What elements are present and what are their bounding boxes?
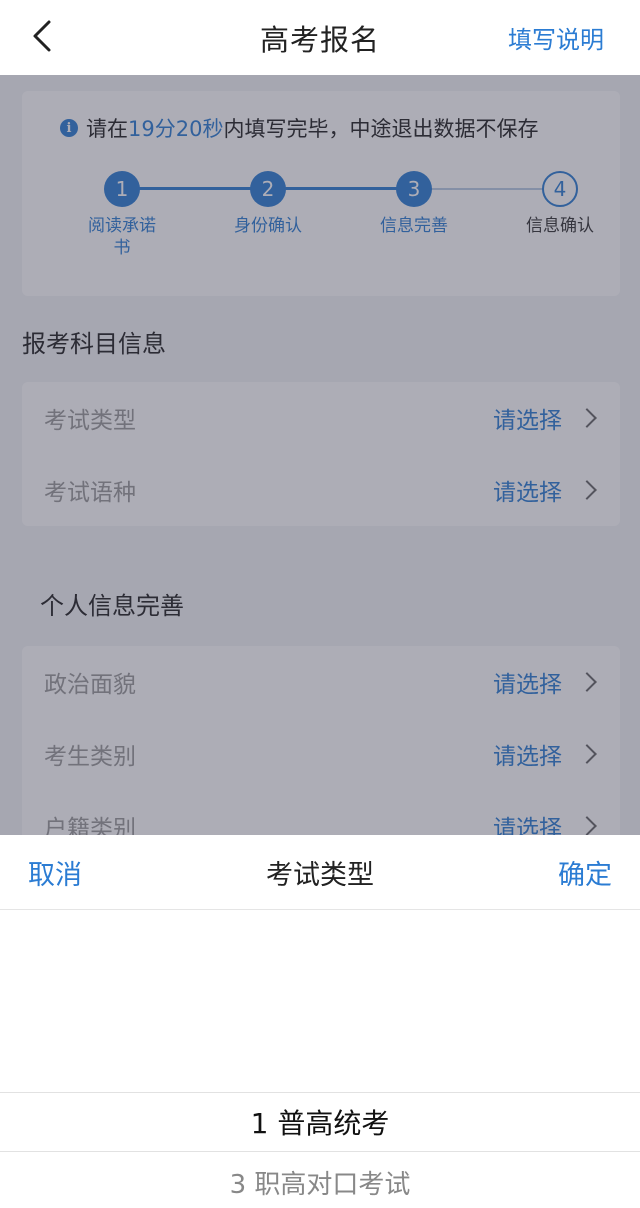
page-title: 高考报名 (259, 22, 380, 57)
app-screen: 高考报名 填写说明 i 请在 19分20秒 内填写完毕，中途退出数据不保存 1 … (0, 0, 640, 1208)
picker-wheel[interactable]: 1 普高统考 3 职高对口考试 (0, 910, 640, 1208)
picker-cancel-button[interactable]: 取消 (28, 853, 82, 892)
picker-option-selected[interactable]: 1 普高统考 (0, 1092, 640, 1152)
chevron-left-icon (33, 20, 51, 52)
picker-toolbar: 取消 考试类型 确定 (0, 835, 640, 910)
back-button[interactable] (22, 16, 62, 56)
picker-confirm-button[interactable]: 确定 (558, 853, 612, 892)
exam-type-picker-sheet: 取消 考试类型 确定 1 普高统考 3 职高对口考试 (0, 835, 640, 1208)
picker-option[interactable]: 3 职高对口考试 (0, 1152, 640, 1208)
help-link[interactable]: 填写说明 (508, 20, 604, 55)
nav-header: 高考报名 填写说明 (0, 0, 640, 75)
picker-title: 考试类型 (266, 859, 374, 891)
